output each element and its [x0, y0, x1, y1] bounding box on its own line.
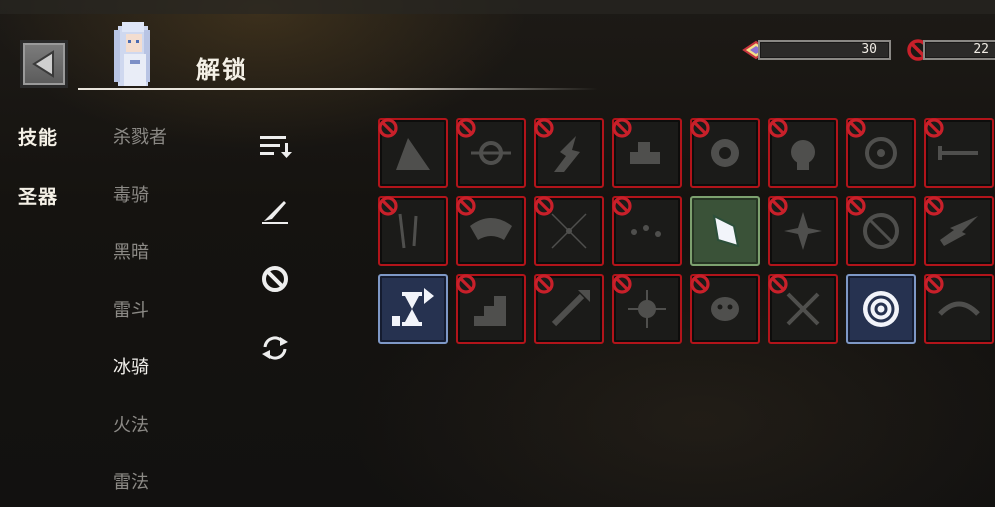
hourglass-upgrade-icon: [392, 288, 434, 326]
ban-icon: [768, 118, 788, 138]
ban-icon: [456, 196, 476, 216]
ban-icon: [456, 274, 476, 294]
skill-slot[interactable]: [768, 196, 838, 266]
sort-icon: [260, 136, 292, 158]
back-arrow-icon: [32, 50, 54, 78]
skill-slot[interactable]: [924, 118, 994, 188]
class-item[interactable]: 雷斗: [113, 296, 149, 322]
skill-slot[interactable]: [534, 274, 604, 344]
ban-icon: [378, 118, 398, 138]
back-button[interactable]: [20, 40, 68, 88]
class-item[interactable]: 火法: [113, 411, 149, 437]
ban-icon: [534, 274, 554, 294]
write-button[interactable]: [255, 194, 295, 230]
skill-slot[interactable]: [768, 274, 838, 344]
class-item[interactable]: 杀戮者: [113, 123, 167, 149]
skill-slot[interactable]: [846, 196, 916, 266]
skill-slot[interactable]: [690, 118, 760, 188]
ban-icon: [534, 118, 554, 138]
sort-button[interactable]: [255, 128, 295, 164]
ban-icon: [690, 118, 710, 138]
ban-icon: [456, 118, 476, 138]
ban-icon: [534, 196, 554, 216]
class-item[interactable]: 黑暗: [113, 238, 149, 264]
skill-slot[interactable]: [846, 274, 916, 344]
ban-icon: [612, 274, 632, 294]
category-skills[interactable]: 技能: [18, 123, 58, 150]
class-item-selected[interactable]: 冰骑: [113, 353, 149, 379]
skill-slot[interactable]: [690, 274, 760, 344]
ban-icon: [768, 196, 788, 216]
skill-slot[interactable]: [612, 274, 682, 344]
class-item[interactable]: 雷法: [113, 468, 149, 494]
skill-slot[interactable]: [924, 196, 994, 266]
ban-icon: [924, 196, 944, 216]
ban-icon: [846, 196, 866, 216]
skill-slot[interactable]: [846, 118, 916, 188]
skill-slot[interactable]: [378, 196, 448, 266]
quill-icon: [262, 201, 288, 224]
class-item[interactable]: 毒骑: [113, 181, 149, 207]
ban-filter-icon: [262, 266, 288, 292]
character-portrait: [114, 22, 150, 86]
skill-slot[interactable]: [690, 196, 760, 266]
ban-counter: 22: [923, 40, 995, 60]
skill-grid: [378, 118, 994, 344]
gem-counter: 30: [758, 40, 891, 60]
category-relics[interactable]: 圣器: [18, 182, 58, 209]
ice-claw-icon: [712, 214, 740, 248]
refresh-button[interactable]: [255, 330, 295, 366]
top-status-strip: [0, 0, 995, 14]
ban-icon: [924, 118, 944, 138]
skill-slot[interactable]: [924, 274, 994, 344]
ban-icon: [612, 196, 632, 216]
page-title: 解锁: [196, 56, 248, 84]
skill-slot[interactable]: [456, 196, 526, 266]
ban-icon: [768, 274, 788, 294]
skill-slot[interactable]: [378, 118, 448, 188]
vortex-icon: [863, 291, 899, 327]
refresh-icon: [262, 336, 288, 360]
skill-slot[interactable]: [378, 274, 448, 344]
ban-icon: [690, 274, 710, 294]
skill-slot[interactable]: [534, 196, 604, 266]
skill-slot[interactable]: [456, 274, 526, 344]
ban-icon: [846, 118, 866, 138]
ban-icon: [612, 118, 632, 138]
ban-icon: [924, 274, 944, 294]
skill-slot[interactable]: [612, 196, 682, 266]
skill-slot[interactable]: [534, 118, 604, 188]
skill-slot[interactable]: [456, 118, 526, 188]
header-divider: [78, 88, 598, 90]
skill-slot[interactable]: [612, 118, 682, 188]
ban-filter-button[interactable]: [255, 261, 295, 297]
ban-icon: [378, 196, 398, 216]
skill-slot[interactable]: [768, 118, 838, 188]
